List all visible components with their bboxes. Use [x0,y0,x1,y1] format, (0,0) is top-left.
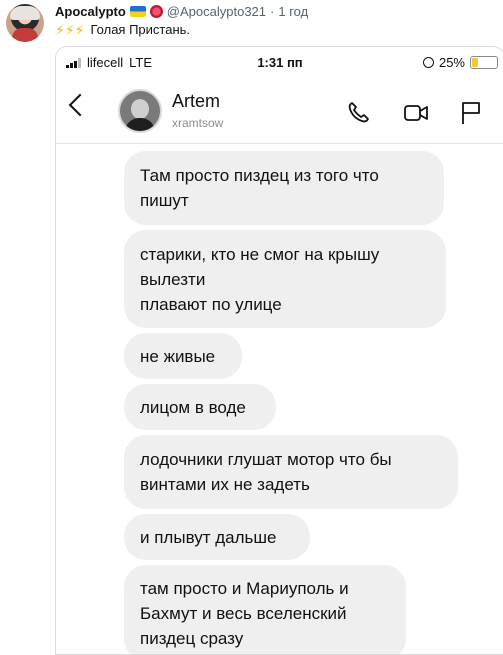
tweet-text-line: ⚡⚡⚡ Голая Пристань. [55,22,190,37]
message-line: вылезти [140,269,206,289]
battery-percent: 25% [438,55,465,70]
orientation-lock-icon [422,57,434,68]
heart-badge-icon [149,5,163,18]
message-line: пиздец сразу [140,628,244,648]
separator-dot: · [270,4,275,19]
message-bubble[interactable]: и плывут дальше [124,514,310,560]
flag-icon[interactable] [460,101,482,125]
message-line: лодочники глушат мотор что бы [140,450,392,469]
message-line: Бахмут и весь вселенский [140,603,347,623]
tweet-text: Голая Пристань. [90,22,191,37]
message-bubble[interactable]: Там просто пиздец из того что пишут [124,151,444,225]
contact-avatar[interactable] [118,89,162,133]
message-bubble[interactable]: старики, кто не смог на крышу вылезти пл… [124,230,446,328]
message-bubble[interactable]: лодочники глушат мотор что бы винтами их… [124,435,458,509]
message-line: старики, кто не смог на крышу [140,244,380,264]
message-line: лицом в воде [140,397,246,417]
contact-username[interactable]: xramtsow [172,116,223,130]
message-bubble[interactable]: там просто и Мариуполь и Бахмут и весь в… [124,565,406,654]
message-line: не живые [140,346,216,366]
tweet-header: Apocalypto @Apocalypto321 · 1 год [55,4,308,19]
tweet-avatar[interactable] [6,4,44,42]
author-handle[interactable]: @Apocalypto321 [167,4,266,19]
message-line: и плывут дальше [140,527,277,547]
message-line: Там просто пиздец из того что [140,166,379,185]
phone-screenshot: lifecell LTE 1:31 пп 25% Artem xramtsow … [55,46,503,655]
ukraine-flag-icon [129,6,146,17]
message-line: винтами их не задеть [140,475,310,494]
battery-icon [470,56,498,69]
tweet-time[interactable]: 1 год [278,4,308,19]
message-line: там просто и Мариуполь и [140,578,349,598]
contact-name[interactable]: Artem [172,91,220,112]
author-name[interactable]: Apocalypto [55,4,126,19]
chat-header: Artem xramtsow [56,79,503,144]
message-line: плавают по улице [140,294,282,314]
lightning-bolts-icon: ⚡⚡⚡ [55,21,85,38]
message-line: пишут [140,191,189,210]
message-bubble[interactable]: не живые [124,333,242,379]
video-camera-icon[interactable] [404,101,428,125]
phone-icon[interactable] [346,101,370,125]
back-chevron-icon[interactable] [68,93,92,117]
status-bar: lifecell LTE 1:31 пп 25% [56,47,503,79]
message-bubble[interactable]: лицом в воде [124,384,276,430]
